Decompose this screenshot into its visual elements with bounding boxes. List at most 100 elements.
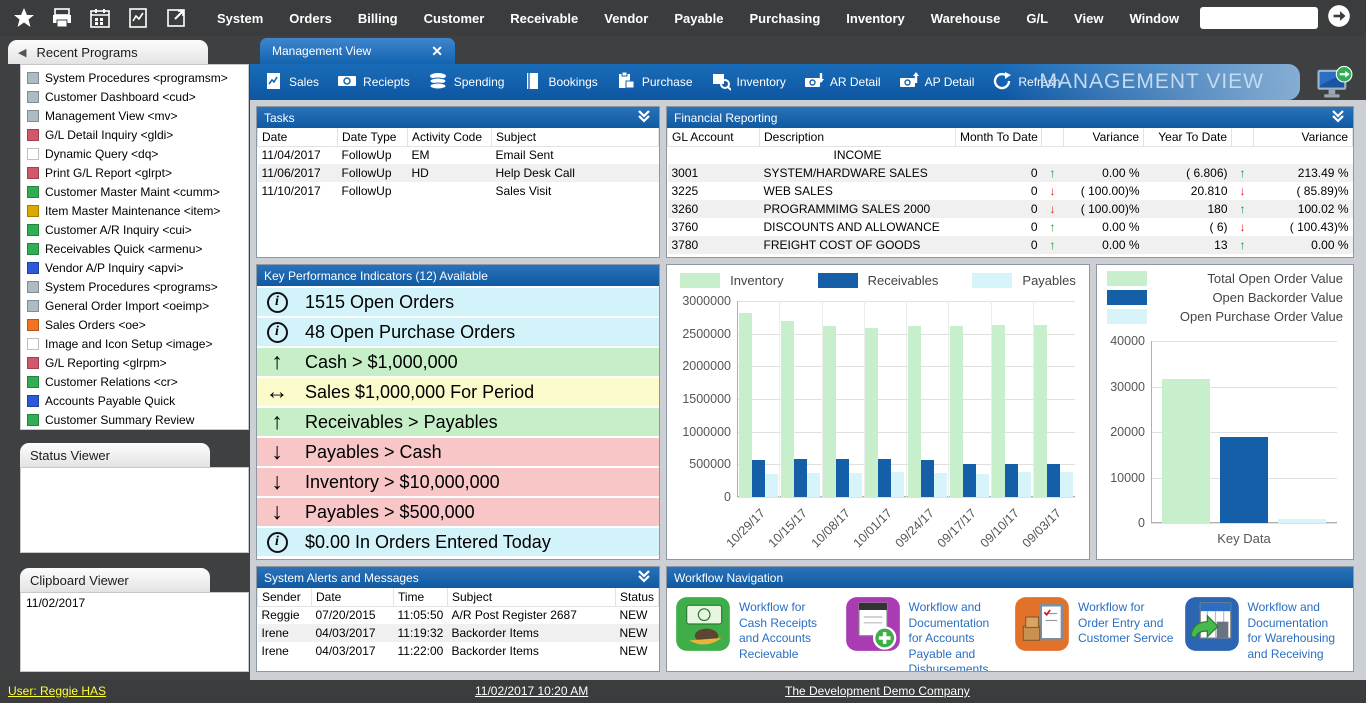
column-header[interactable]: Date <box>258 128 338 146</box>
recent-program-item[interactable]: Print G/L Report <glrpt> <box>23 163 248 182</box>
recent-program-item[interactable]: Receivables Quick <armenu> <box>23 239 248 258</box>
menu-view[interactable]: View <box>1061 3 1116 34</box>
kpi-row[interactable]: ↑Cash > $1,000,000 <box>257 348 659 376</box>
column-header[interactable]: Month To Date <box>956 128 1042 146</box>
kpi-row[interactable]: ↔Sales $1,000,000 For Period <box>257 378 659 406</box>
workflow-item[interactable]: Workflow and Documentation for Warehousi… <box>1184 596 1346 671</box>
workflow-item[interactable]: Workflow and Documentation for Accounts … <box>845 596 1007 671</box>
status-company-link[interactable]: The Development Demo Company <box>785 684 970 698</box>
kpi-row[interactable]: i$0.00 In Orders Entered Today <box>257 528 659 556</box>
kpi-row[interactable]: ↓Payables > $500,000 <box>257 498 659 526</box>
tab-management-view[interactable]: Management View ✕ <box>260 38 455 64</box>
column-header[interactable]: Year To Date <box>1144 128 1232 146</box>
recent-program-item[interactable]: Management View <mv> <box>23 106 248 125</box>
report-icon[interactable] <box>126 6 150 30</box>
recent-program-item[interactable]: Dynamic Query <dq> <box>23 144 248 163</box>
menu-window[interactable]: Window <box>1116 3 1192 34</box>
favorites-icon[interactable] <box>12 6 36 30</box>
sales-button[interactable]: Sales <box>254 67 328 97</box>
column-header[interactable]: Subject <box>492 128 659 146</box>
financial-expand-icon[interactable] <box>1330 108 1346 127</box>
recent-program-item[interactable]: Customer Summary Review <box>23 410 248 429</box>
menu-payable[interactable]: Payable <box>661 3 736 34</box>
print-icon[interactable] <box>50 6 74 30</box>
column-header[interactable]: Variance <box>1254 128 1353 146</box>
recent-program-item[interactable]: G/L Reporting <glrpm> <box>23 353 248 372</box>
menu-vendor[interactable]: Vendor <box>591 3 661 34</box>
monitor-icon[interactable] <box>1300 64 1366 100</box>
table-row[interactable]: Irene04/03/201711:19:32Backorder ItemsNE… <box>258 624 659 642</box>
column-header[interactable] <box>1042 128 1064 146</box>
recent-program-item[interactable]: Customer Relations <cr> <box>23 372 248 391</box>
recent-program-item[interactable]: Accounts Payable Quick <box>23 391 248 410</box>
menu-purchasing[interactable]: Purchasing <box>736 3 833 34</box>
recent-program-item[interactable]: G/L Detail Inquiry <gldi> <box>23 125 248 144</box>
menu-system[interactable]: System <box>204 3 276 34</box>
column-header[interactable]: Variance <box>1064 128 1144 146</box>
recent-program-item[interactable]: Customer A/R Inquiry <cui> <box>23 220 248 239</box>
status-datetime-link[interactable]: 11/02/2017 10:20 AM <box>475 684 588 698</box>
table-row[interactable]: 3225WEB SALES0↓( 100.00)%20.810↓( 85.89)… <box>668 182 1353 200</box>
table-row[interactable]: Reggie07/20/201511:05:50A/R Post Registe… <box>258 606 659 624</box>
search-go-button[interactable] <box>1326 3 1352 34</box>
menu-receivable[interactable]: Receivable <box>497 3 591 34</box>
collapse-sidebar-icon[interactable]: ◀ <box>18 46 26 59</box>
status-viewer-tab[interactable]: Status Viewer <box>20 443 210 467</box>
receipts-button[interactable]: Reciepts <box>328 67 419 97</box>
table-row[interactable]: 3260PROGRAMMIMG SALES 20000↓( 100.00)%18… <box>668 200 1353 218</box>
menu-orders[interactable]: Orders <box>276 3 345 34</box>
table-row[interactable]: 11/04/2017FollowUpEMEmail Sent <box>258 146 659 164</box>
ap-detail-button[interactable]: AP Detail <box>890 67 984 97</box>
menu-customer[interactable]: Customer <box>411 3 498 34</box>
workflow-item[interactable]: Workflow for Order Entry and Customer Se… <box>1014 596 1176 671</box>
table-row[interactable]: Irene04/03/201711:22:00Backorder ItemsNE… <box>258 642 659 660</box>
tab-close-icon[interactable]: ✕ <box>431 43 443 60</box>
recent-program-item[interactable]: Customer Master Maint <cumm> <box>23 182 248 201</box>
calendar-icon[interactable] <box>88 6 112 30</box>
table-row[interactable]: 4100-70SALES - Safety Clothing0↑0.00 %43… <box>668 254 1353 257</box>
column-header[interactable]: Date <box>312 588 394 606</box>
recent-program-item[interactable]: Customer Dashboard <cud> <box>23 87 248 106</box>
kpi-row[interactable]: i1515 Open Orders <box>257 288 659 316</box>
spending-button[interactable]: Spending <box>419 67 514 97</box>
table-row[interactable]: 11/10/2017FollowUpSales Visit <box>258 182 659 200</box>
table-row[interactable]: 3760DISCOUNTS AND ALLOWANCE0↑0.00 %( 6)↓… <box>668 218 1353 236</box>
menu-billing[interactable]: Billing <box>345 3 411 34</box>
column-header[interactable]: Subject <box>448 588 616 606</box>
search-input[interactable] <box>1200 7 1318 29</box>
recent-program-item[interactable]: General Order Import <oeimp> <box>23 296 248 315</box>
workflow-item[interactable]: Workflow for Cash Receipts and Accounts … <box>675 596 837 671</box>
column-header[interactable]: Activity Code <box>408 128 492 146</box>
status-user-link[interactable]: User: Reggie HAS <box>8 684 106 698</box>
column-header[interactable]: GL Account <box>668 128 760 146</box>
recent-program-item[interactable]: Image and Icon Setup <image> <box>23 334 248 353</box>
menu-warehouse[interactable]: Warehouse <box>918 3 1014 34</box>
menu-inventory[interactable]: Inventory <box>833 3 918 34</box>
recent-programs-tab[interactable]: ◀ Recent Programs <box>8 40 208 64</box>
column-header[interactable]: Status <box>616 588 659 606</box>
kpi-row[interactable]: ↓Payables > Cash <box>257 438 659 466</box>
recent-program-item[interactable]: Vendor A/P Inquiry <apvi> <box>23 258 248 277</box>
kpi-row[interactable]: ↓Inventory > $10,000,000 <box>257 468 659 496</box>
column-header[interactable]: Time <box>394 588 448 606</box>
kpi-row[interactable]: i48 Open Purchase Orders <box>257 318 659 346</box>
clipboard-viewer-tab[interactable]: Clipboard Viewer <box>20 568 210 592</box>
tasks-expand-icon[interactable] <box>636 108 652 127</box>
table-row[interactable]: 11/06/2017FollowUpHDHelp Desk Call <box>258 164 659 182</box>
column-header[interactable]: Description <box>760 128 956 146</box>
column-header[interactable]: Date Type <box>338 128 408 146</box>
recent-program-item[interactable]: Sales Orders <oe> <box>23 315 248 334</box>
table-row[interactable]: 3001SYSTEM/HARDWARE SALES0↑0.00 %( 6.806… <box>668 164 1353 182</box>
recent-program-item[interactable]: Item Master Maintenance <item> <box>23 201 248 220</box>
recent-program-item[interactable]: System Procedures <programs> <box>23 277 248 296</box>
table-row[interactable]: 3780FREIGHT COST OF GOODS0↑0.00 %13↑0.00… <box>668 236 1353 254</box>
table-row[interactable]: INCOME <box>668 146 1353 164</box>
bookings-button[interactable]: Bookings <box>513 67 606 97</box>
purchase-button[interactable]: Purchase <box>607 67 702 97</box>
ar-detail-button[interactable]: AR Detail <box>795 67 890 97</box>
recent-program-item[interactable]: System Procedures <programsm> <box>23 68 248 87</box>
inventory-button[interactable]: Inventory <box>702 67 795 97</box>
menu-gl[interactable]: G/L <box>1013 3 1061 34</box>
open-window-icon[interactable] <box>164 6 188 30</box>
column-header[interactable]: Sender <box>258 588 312 606</box>
